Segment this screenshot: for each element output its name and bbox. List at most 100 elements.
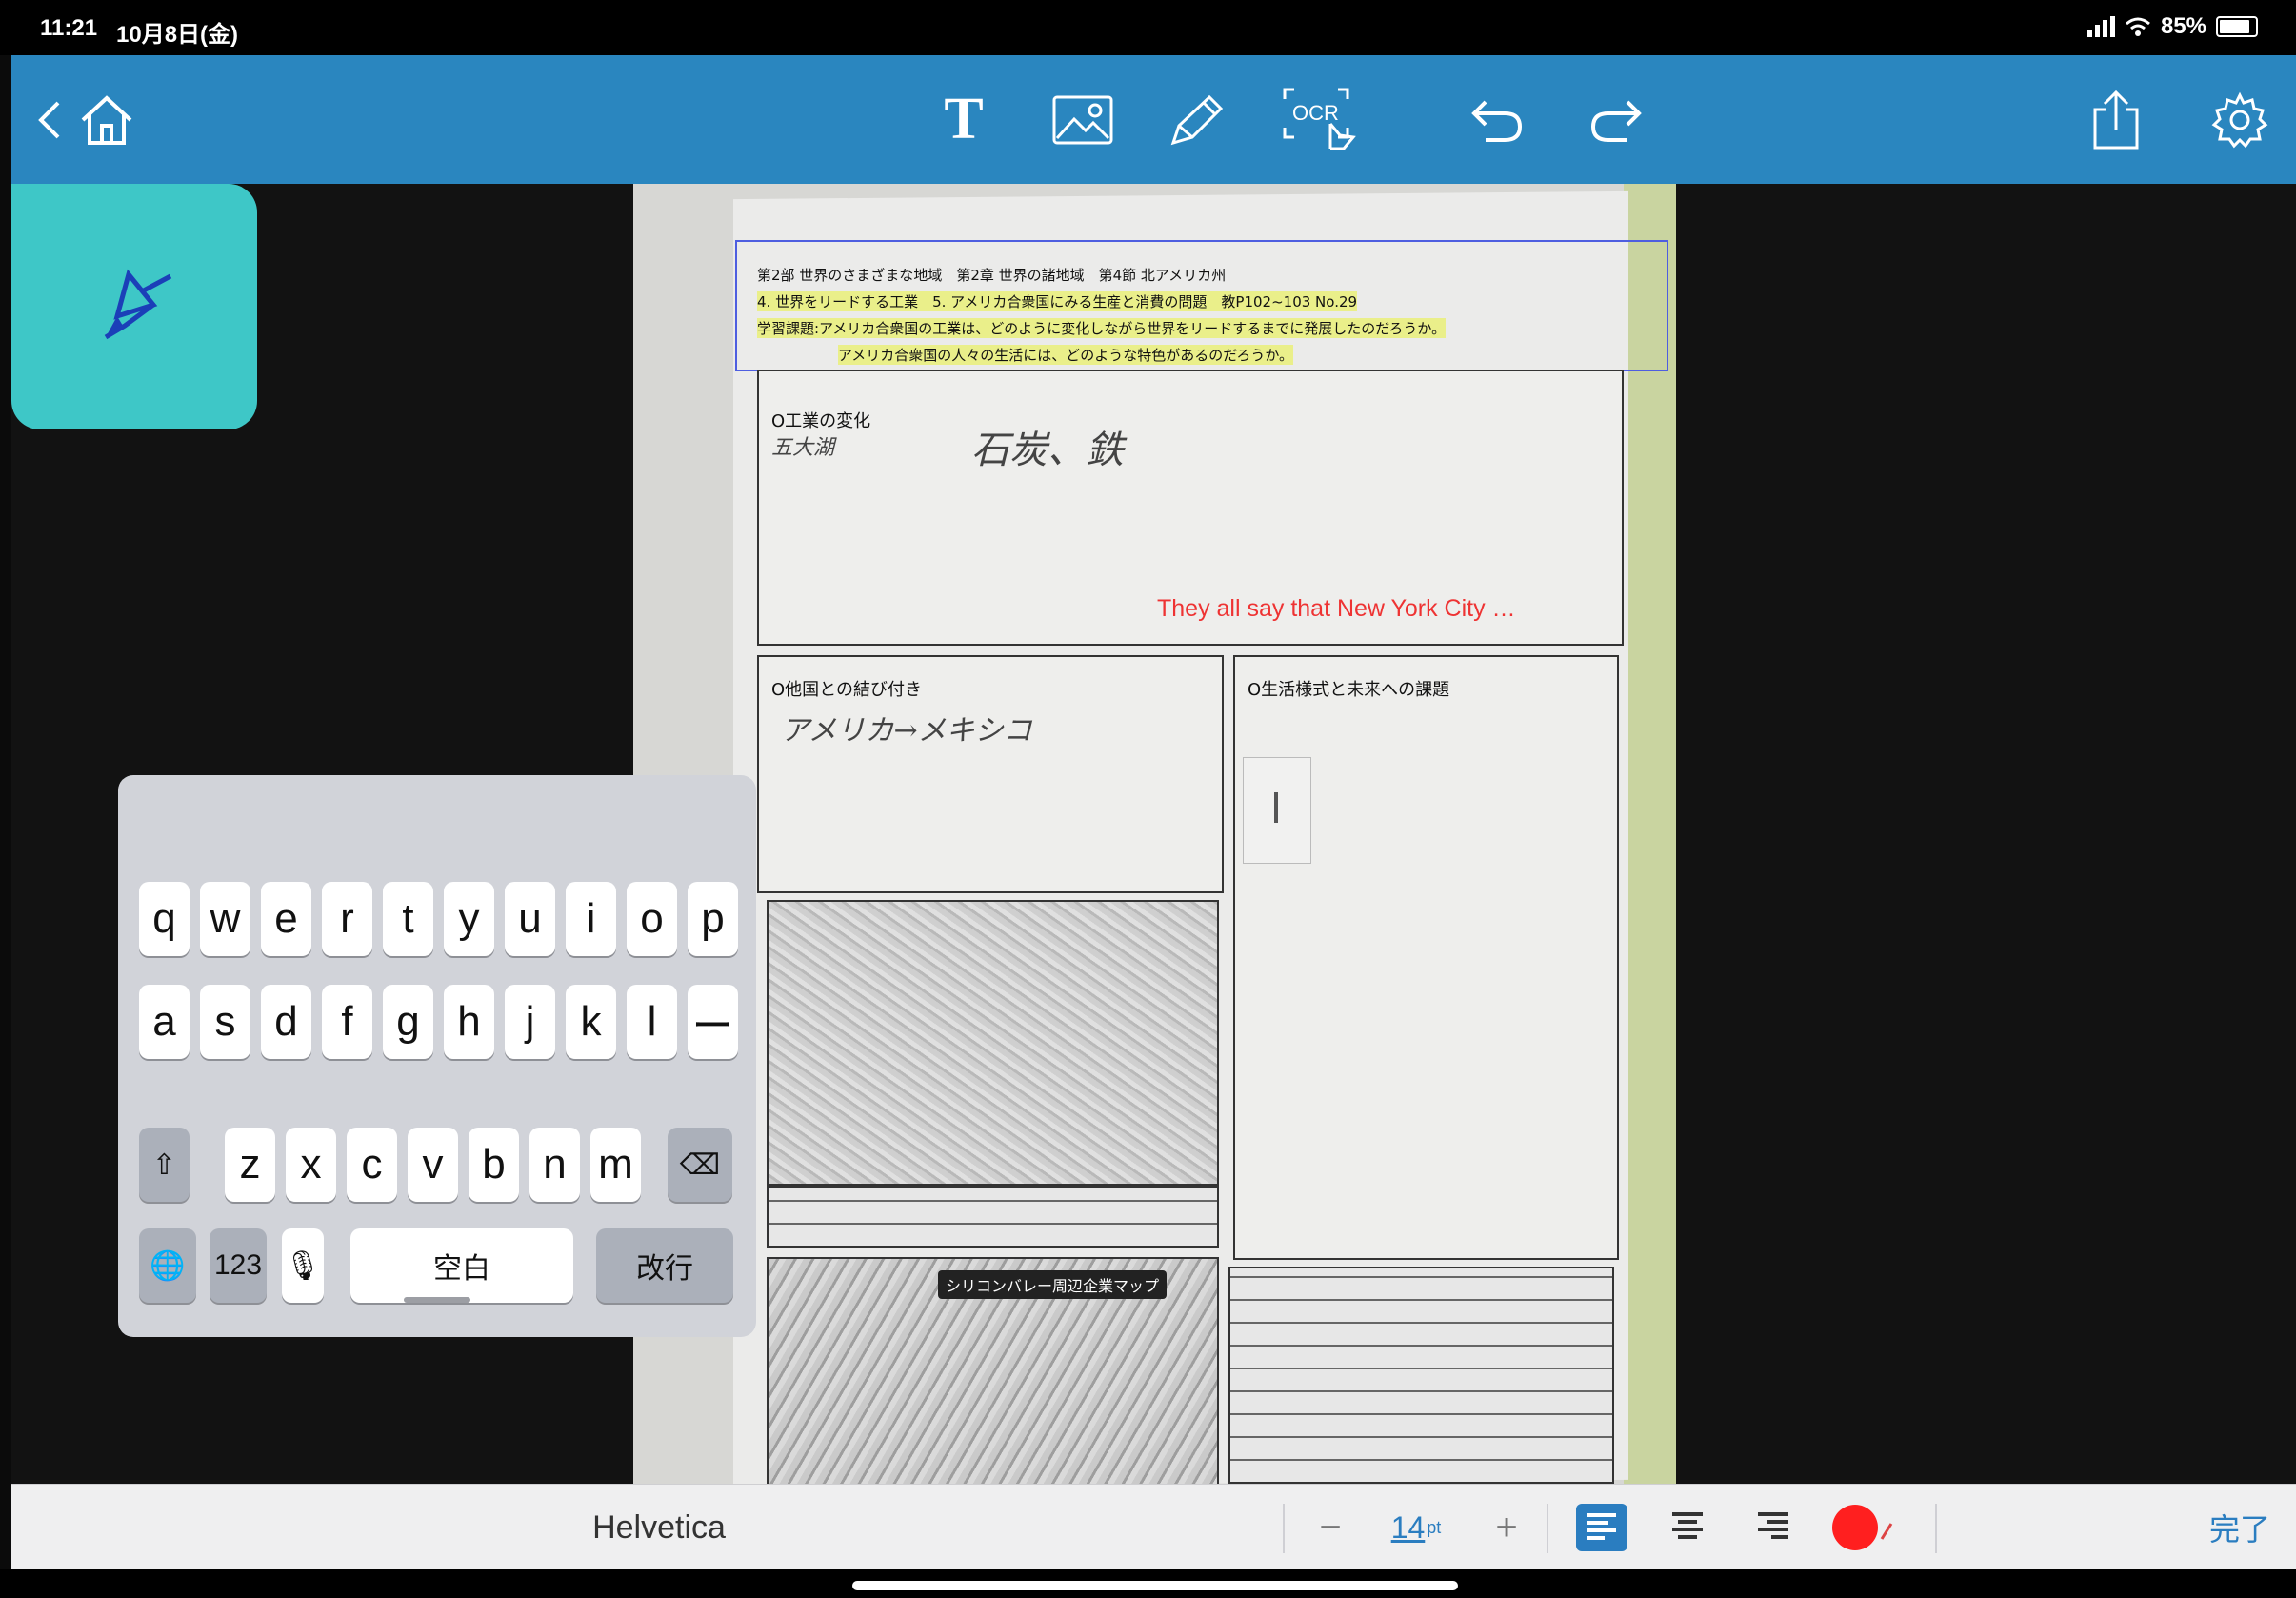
letter-key[interactable]: i	[566, 882, 616, 956]
letter-key[interactable]: u	[505, 882, 555, 956]
space-key[interactable]: 空白	[350, 1228, 573, 1303]
section-lifestyle-title: O生活様式と未来への課題	[1248, 680, 1450, 700]
pen-tool-button[interactable]	[1154, 55, 1240, 184]
silicon-valley-map-label: シリコンバレー周辺企業マップ	[938, 1270, 1168, 1299]
text-color-button[interactable]	[1826, 1485, 1902, 1570]
letter-key[interactable]: g	[383, 985, 433, 1059]
handwritten-note-great-lakes: 五大湖	[771, 436, 835, 460]
letter-key[interactable]: w	[200, 882, 250, 956]
back-chevron-icon	[38, 101, 60, 138]
letter-key[interactable]: s	[200, 985, 250, 1059]
microphone-key[interactable]: 🎙	[282, 1228, 324, 1303]
separator	[1283, 1504, 1285, 1553]
letter-key[interactable]: a	[139, 985, 190, 1059]
letter-key[interactable]: o	[627, 882, 677, 956]
floating-keyboard: qwertyuiop asdfghjklー zxcvbnm ⇧ ⌫ 🌐 123 …	[118, 775, 756, 1337]
undo-button[interactable]	[1459, 55, 1535, 184]
undo-icon	[1471, 100, 1523, 142]
settings-button[interactable]	[2202, 55, 2278, 184]
battery-percent: 85%	[2160, 13, 2206, 39]
text-cursor	[1274, 792, 1278, 823]
usa-map-image	[767, 900, 1219, 1186]
active-tool-tile[interactable]	[11, 184, 257, 429]
keyboard-drag-handle[interactable]	[404, 1297, 470, 1303]
text-tool-button[interactable]: T	[926, 55, 1002, 184]
separator	[1547, 1504, 1548, 1553]
letter-key[interactable]: p	[688, 882, 738, 956]
letter-key[interactable]: k	[566, 985, 616, 1059]
letter-key[interactable]: y	[444, 882, 494, 956]
font-name-button[interactable]: Helvetica	[578, 1485, 740, 1570]
color-swatch-icon	[1832, 1505, 1893, 1550]
font-size-increase-button[interactable]: +	[1483, 1485, 1530, 1570]
letter-key[interactable]: f	[322, 985, 372, 1059]
image-tool-button[interactable]	[1040, 55, 1126, 184]
globe-key[interactable]: 🌐	[139, 1228, 196, 1303]
align-right-button[interactable]	[1740, 1485, 1807, 1570]
status-date: 10月8日(金)	[116, 22, 239, 48]
letter-key[interactable]: e	[261, 882, 311, 956]
battery-level	[2220, 20, 2249, 33]
font-size-decrease-button[interactable]: −	[1307, 1485, 1354, 1570]
letter-key[interactable]: x	[286, 1128, 336, 1202]
letter-key[interactable]: q	[139, 882, 190, 956]
section-industry-title: O工業の変化	[771, 411, 871, 431]
share-icon	[2093, 90, 2139, 149]
ocr-tool-button[interactable]: OCR	[1273, 55, 1368, 184]
letter-key[interactable]: b	[469, 1128, 519, 1202]
letter-key[interactable]: h	[444, 985, 494, 1059]
status-right: 85%	[2086, 13, 2258, 40]
align-center-button[interactable]	[1654, 1485, 1721, 1570]
back-button[interactable]	[30, 55, 69, 184]
font-size-value: 14	[1390, 1509, 1426, 1545]
main-toolbar: T OCR	[11, 55, 2296, 184]
share-button[interactable]	[2078, 55, 2154, 184]
home-button[interactable]	[70, 55, 143, 184]
signal-icon	[2086, 16, 2115, 37]
font-size-unit: pt	[1427, 1517, 1442, 1537]
data-table-image	[1228, 1267, 1614, 1484]
home-icon	[81, 94, 132, 145]
letter-key[interactable]: m	[590, 1128, 641, 1202]
letter-key[interactable]: l	[627, 985, 677, 1059]
doc-header-line3: 学習課題:アメリカ合衆国の工業は、どのように変化しながら世界をリードするまでに発…	[757, 318, 1447, 338]
doc-header-line4: アメリカ合衆国の人々の生活には、どのような特色があるのだろうか。	[838, 345, 1294, 365]
separator	[1935, 1504, 1937, 1553]
doc-header-line2: 4. 世界をリードする工業 5. アメリカ合衆国にみる生産と消費の問題 教P10…	[757, 291, 1358, 311]
wifi-icon	[2125, 17, 2150, 36]
letter-key[interactable]: v	[408, 1128, 458, 1202]
letter-key[interactable]: d	[261, 985, 311, 1059]
section-lifestyle-box	[1233, 655, 1619, 1260]
red-text-annotation[interactable]: They all say that New York City …	[1157, 595, 1516, 623]
delete-key[interactable]: ⌫	[668, 1128, 732, 1202]
done-button[interactable]: 完了	[2202, 1485, 2278, 1570]
letter-key[interactable]: j	[505, 985, 555, 1059]
letter-key[interactable]: r	[322, 882, 372, 956]
return-key[interactable]: 改行	[596, 1228, 733, 1303]
numbers-key[interactable]: 123	[210, 1228, 267, 1303]
letter-key[interactable]: n	[529, 1128, 580, 1202]
doc-header-line1: 第2部 世界のさまざまな地域 第2章 世界の諸地域 第4節 北アメリカ州	[757, 267, 1227, 284]
home-indicator[interactable]	[852, 1581, 1458, 1590]
status-bar: 11:21 10月8日(金) 85%	[0, 0, 2296, 55]
font-size-field[interactable]: 14 pt	[1373, 1485, 1459, 1570]
pen-tool-icon	[1170, 94, 1224, 145]
notebook-cover-edge	[1624, 184, 1676, 1484]
svg-text:OCR: OCR	[1292, 101, 1339, 125]
text-tool-icon: T	[944, 87, 984, 151]
legend-table-image	[767, 1186, 1219, 1248]
align-left-button[interactable]	[1568, 1485, 1635, 1570]
letter-key[interactable]: t	[383, 882, 433, 956]
letter-key[interactable]: z	[225, 1128, 275, 1202]
text-input-box[interactable]	[1243, 757, 1311, 864]
align-left-icon	[1576, 1504, 1627, 1551]
text-format-bar: Helvetica − 14 pt + 完了	[11, 1484, 2296, 1570]
ocr-tool-icon: OCR	[1283, 88, 1356, 150]
redo-icon	[1590, 100, 1642, 142]
shift-key[interactable]: ⇧	[139, 1128, 190, 1202]
handwritten-note-coal-iron: 石炭、鉄	[971, 429, 1124, 472]
letter-key[interactable]: c	[347, 1128, 397, 1202]
handwritten-note-mexico: アメリカ→メキシコ	[781, 714, 1032, 748]
redo-button[interactable]	[1578, 55, 1654, 184]
letter-key[interactable]: ー	[688, 985, 738, 1059]
